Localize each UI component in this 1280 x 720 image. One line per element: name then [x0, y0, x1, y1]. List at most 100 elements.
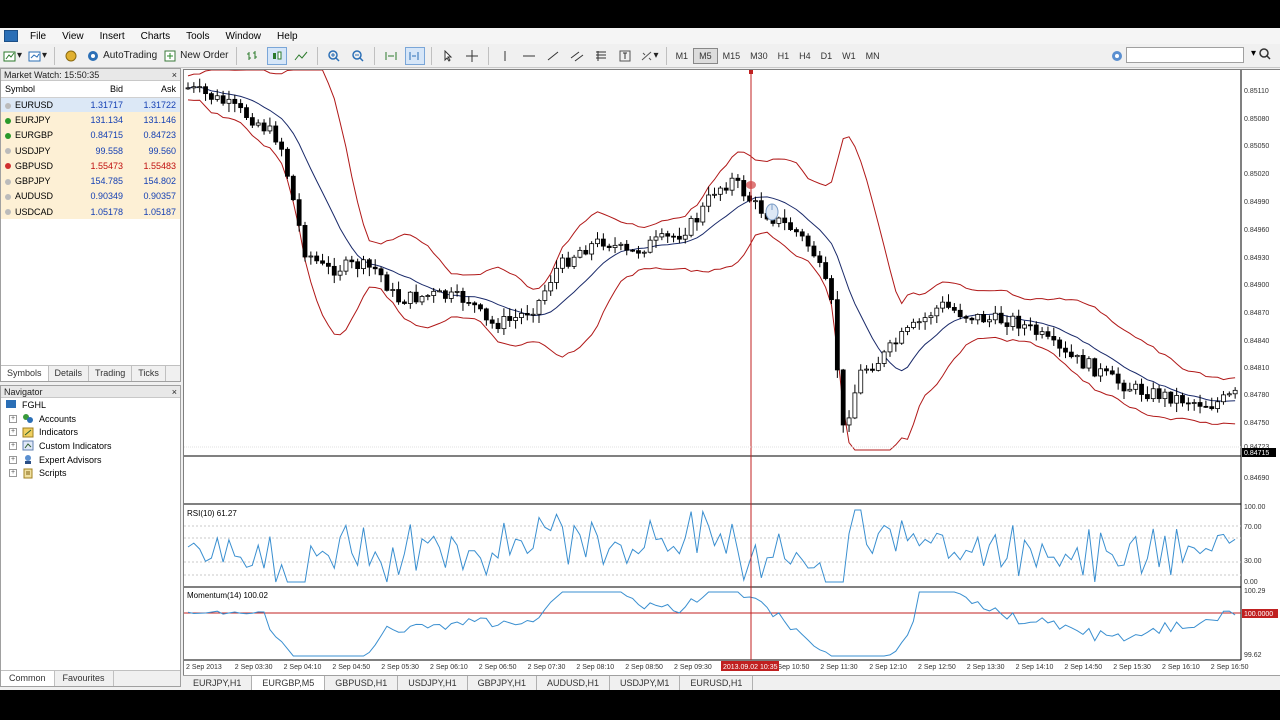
price-tick-label: 0.85110 [1244, 88, 1269, 95]
search-dropdown-icon[interactable]: ▾ [1251, 48, 1256, 59]
timeframe-h1[interactable]: H1 [773, 48, 795, 64]
chart-tab[interactable]: EURJPY,H1 [183, 676, 253, 690]
timeframe-m5[interactable]: M5 [693, 47, 718, 64]
toolbar-separator [487, 46, 489, 65]
navigator-title-text: Navigator [4, 387, 43, 397]
market-watch-row[interactable]: GBPUSD 1.55473 1.55483 [1, 158, 180, 174]
navigator-item-scripts[interactable]: + Scripts [1, 466, 180, 480]
chart-tab[interactable]: AUDUSD,H1 [537, 676, 610, 690]
toolbar-separator [54, 46, 56, 65]
close-icon[interactable]: × [172, 69, 177, 81]
navigator-item-accounts[interactable]: + Accounts [1, 412, 180, 426]
market-watch-row[interactable]: USDCAD 1.05178 1.05187 [1, 204, 180, 220]
market-watch-row[interactable]: EURGBP 0.84715 0.84723 [1, 127, 180, 143]
column-bid[interactable]: Bid [74, 81, 128, 98]
horizontal-line-button[interactable] [519, 47, 539, 65]
new-chart-button[interactable]: ▾ [2, 47, 23, 65]
market-watch-toggle[interactable] [61, 47, 81, 65]
navigator-item-label: Accounts [39, 413, 77, 424]
market-watch-row[interactable]: GBPJPY 154.785 154.802 [1, 173, 180, 189]
ask-cell: 0.90357 [127, 188, 180, 205]
cursor-button[interactable] [438, 47, 458, 65]
chart-tab[interactable]: USDJPY,H1 [398, 676, 468, 690]
timeframe-m15[interactable]: M15 [718, 48, 746, 64]
line-chart-button[interactable] [291, 47, 311, 65]
timeframe-m30[interactable]: M30 [745, 48, 773, 64]
chart-tab[interactable]: GBPUSD,H1 [325, 676, 399, 690]
zoom-out-icon [351, 49, 364, 62]
settings-gear-icon[interactable] [1110, 49, 1124, 66]
tab-trading[interactable]: Trading [89, 366, 133, 381]
column-ask[interactable]: Ask [127, 81, 180, 98]
candle [700, 202, 706, 226]
menu-charts[interactable]: Charts [133, 31, 178, 42]
timeframe-w1[interactable]: W1 [837, 48, 861, 64]
tab-ticks[interactable]: Ticks [132, 366, 166, 381]
chart-window[interactable]: RSI(10) 61.27 Momentum(14) 100.02 0.8511… [183, 69, 1280, 676]
shapes-button[interactable]: ▾ [639, 47, 660, 65]
expand-icon[interactable]: + [9, 469, 17, 478]
chart-tab[interactable]: GBPJPY,H1 [468, 676, 537, 690]
navigator-item-indicators[interactable]: + Indicators [1, 425, 180, 439]
market-watch-row[interactable]: EURJPY 131.134 131.146 [1, 112, 180, 128]
zoom-in-button[interactable] [324, 47, 344, 65]
bar-chart-button[interactable] [243, 47, 263, 65]
timeframe-m1[interactable]: M1 [671, 48, 694, 64]
trendline-button[interactable] [543, 47, 563, 65]
tab-details[interactable]: Details [49, 366, 90, 381]
new-order-button[interactable]: New Order [162, 47, 229, 65]
expand-icon[interactable]: + [9, 414, 17, 423]
expand-icon[interactable]: + [9, 428, 17, 437]
chart-tab[interactable]: USDJPY,M1 [610, 676, 681, 690]
vertical-line-button[interactable] [495, 47, 515, 65]
chart-tab[interactable]: EURGBP,M5 [252, 676, 326, 690]
shapes-icon [641, 51, 651, 60]
close-icon[interactable]: × [172, 386, 177, 398]
autoscroll-button[interactable] [381, 47, 401, 65]
column-symbol[interactable]: Symbol [1, 81, 75, 98]
market-watch-row[interactable]: AUDUSD 0.90349 0.90357 [1, 188, 180, 205]
menu-view[interactable]: View [54, 31, 92, 42]
ask-cell: 154.802 [127, 173, 180, 189]
expand-icon[interactable]: + [9, 441, 17, 450]
timeframe-mn[interactable]: MN [861, 48, 885, 64]
eurgbp-m5-chart[interactable]: RSI(10) 61.27 Momentum(14) 100.02 0.8511… [184, 69, 1280, 676]
menu-help[interactable]: Help [269, 31, 306, 42]
candlestick-icon [272, 51, 282, 59]
fibonacci-button[interactable] [591, 47, 611, 65]
navigator-item-expert-advisors[interactable]: + Expert Advisors [1, 453, 180, 467]
menu-tools[interactable]: Tools [178, 31, 217, 42]
letterbox-top [0, 0, 1280, 28]
candle [384, 271, 390, 292]
zoom-out-button[interactable] [348, 47, 368, 65]
market-watch-row[interactable]: EURUSD 1.31717 1.31722 [1, 97, 180, 113]
menu-insert[interactable]: Insert [92, 31, 133, 42]
market-watch-row[interactable]: USDJPY 99.558 99.560 [1, 142, 180, 159]
market-watch-table: Symbol Bid Ask EURUSD 1.31717 1.31722 EURJP… [1, 81, 180, 220]
symbol-name: GBPJPY [15, 176, 51, 187]
menu-file[interactable]: File [22, 31, 54, 42]
timeframe-h4[interactable]: H4 [794, 48, 816, 64]
indicators-icon [22, 427, 34, 438]
tab-symbols[interactable]: Symbols [1, 366, 49, 381]
chart-shift-button[interactable] [404, 46, 425, 65]
search-icon[interactable] [1258, 47, 1272, 64]
trendline-icon [547, 51, 558, 60]
candlestick-button[interactable] [266, 46, 287, 65]
crosshair-button[interactable] [462, 47, 482, 65]
expand-icon[interactable]: + [9, 455, 17, 464]
navigator-item-custom-indicators[interactable]: + Custom Indicators [1, 439, 180, 453]
search-input[interactable] [1126, 47, 1244, 63]
price-tick-label: 0.85020 [1244, 171, 1269, 178]
chart-tab[interactable]: EURUSD,H1 [680, 676, 754, 690]
text-button[interactable] [615, 47, 635, 65]
profiles-button[interactable]: ▾ [27, 47, 48, 65]
navigator-root[interactable]: FGHL [1, 398, 180, 412]
rsi-tick-label: 30.00 [1244, 558, 1262, 565]
channel-button[interactable] [567, 47, 587, 65]
autotrading-button[interactable]: AutoTrading [85, 47, 158, 65]
menu-window[interactable]: Window [217, 31, 269, 42]
timeframe-d1[interactable]: D1 [816, 48, 838, 64]
tab-favourites[interactable]: Favourites [55, 671, 114, 686]
tab-common[interactable]: Common [1, 671, 55, 686]
